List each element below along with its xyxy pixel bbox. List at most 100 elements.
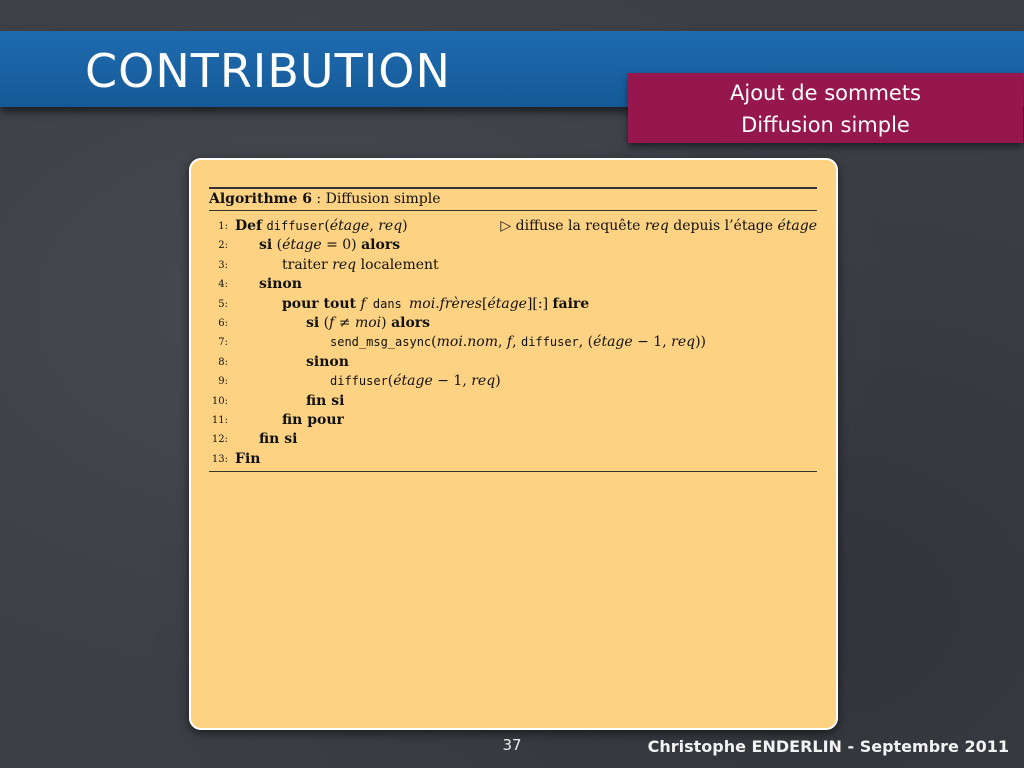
keyword: pour tout: [282, 295, 357, 312]
keyword: sinon: [259, 276, 302, 293]
line-code: Fin: [235, 450, 260, 469]
keyword: faire: [552, 295, 590, 312]
page-number: 37: [502, 736, 522, 754]
algorithm-line: 12: fin si: [209, 430, 817, 449]
algorithm-header: Algorithme 6 : Diffusion simple: [209, 187, 817, 211]
line-comment: ▷ diffuse la requête req depuis l’étage …: [500, 217, 817, 236]
algorithm-label: Algorithme 6: [209, 191, 312, 207]
variable: moi: [354, 314, 382, 331]
algorithm-line: 10: fin si: [209, 392, 817, 411]
code-text: ): [381, 314, 392, 331]
line-code: diffuser(étage − 1, req): [330, 372, 501, 391]
function-name: diffuser: [266, 219, 325, 233]
algorithm-line: 9: diffuser(étage − 1, req): [209, 372, 817, 391]
keyword: fin pour: [282, 411, 344, 428]
footer-author: Christophe ENDERLIN - Septembre 2011: [647, 737, 1009, 756]
algorithm-line: 11: fin pour: [209, 411, 817, 430]
line-code: si (f ≠ moi) alors: [306, 314, 430, 333]
keyword: alors: [361, 237, 401, 254]
subtitle-line-1: Ajout de sommets: [730, 81, 921, 105]
algorithm-line: 1: Def diffuser(étage, req) ▷ diffuse la…: [209, 217, 817, 236]
comment-text: depuis l’étage: [668, 218, 778, 234]
algorithm-body: 1: Def diffuser(étage, req) ▷ diffuse la…: [209, 211, 817, 473]
comment-variable: étage: [777, 218, 817, 234]
variable: moi.nom: [436, 334, 498, 351]
line-code: sinon: [259, 275, 302, 294]
algorithm-line: 7: send_msg_async(moi.nom, f, diffuser, …: [209, 333, 817, 352]
line-code: si (étage = 0) alors: [259, 236, 400, 255]
code-text: ][:]: [526, 295, 553, 312]
algorithm-line: 6: si (f ≠ moi) alors: [209, 314, 817, 333]
keyword: Def: [235, 218, 263, 234]
content-panel: Algorithme 6 : Diffusion simple 1: Def d…: [189, 158, 838, 730]
argument: req: [378, 218, 403, 234]
algorithm-header-separator: :: [311, 191, 326, 207]
line-code: traiter req localement: [282, 256, 439, 275]
line-code: pour tout f dans moi.frères[étage][:] fa…: [282, 295, 589, 314]
algorithm-title: Diffusion simple: [325, 191, 441, 207]
line-number: 13:: [211, 453, 228, 465]
function-name: diffuser: [330, 374, 388, 389]
code-text: ≠: [334, 314, 355, 331]
algorithm-block: Algorithme 6 : Diffusion simple 1: Def d…: [209, 187, 817, 473]
line-number: 2:: [218, 240, 228, 252]
code-text: localement: [356, 256, 439, 273]
line-number: 8:: [218, 356, 228, 368]
line-number: 4:: [218, 279, 228, 291]
code-keyword: dans: [365, 296, 410, 311]
keyword: Fin: [235, 450, 261, 467]
keyword: alors: [391, 314, 431, 331]
function-name: diffuser: [520, 335, 579, 350]
line-number: 12:: [211, 434, 228, 446]
comment-variable: req: [644, 218, 669, 234]
line-code: sinon: [306, 353, 349, 372]
code-text: traiter: [282, 256, 333, 273]
argument: étage: [329, 218, 370, 234]
keyword: fin si: [259, 431, 298, 448]
line-number: 6:: [218, 317, 228, 329]
keyword: si: [259, 237, 273, 254]
code-text: )): [695, 334, 707, 351]
line-number: 9:: [218, 376, 228, 388]
line-number: 7:: [218, 337, 228, 349]
keyword: fin si: [306, 392, 345, 409]
variable: req: [332, 256, 357, 273]
algorithm-line: 4: sinon: [209, 275, 817, 294]
triangle-icon: ▷: [500, 218, 512, 234]
variable: étage: [487, 295, 527, 312]
variable: étage: [393, 373, 433, 390]
separator: ,: [369, 218, 379, 234]
code-text: − 1,: [632, 334, 672, 351]
code-text: ,: [512, 334, 521, 351]
variable: étage: [282, 237, 322, 254]
code-text: − 1,: [432, 373, 472, 390]
algorithm-line: 13: Fin: [209, 450, 817, 469]
code-text: = 0): [321, 237, 362, 254]
line-number: 3:: [218, 259, 228, 271]
code-text: ,: [497, 334, 507, 351]
line-code: fin pour: [282, 411, 344, 430]
code-text: ): [495, 373, 501, 390]
algorithm-line: 5: pour tout f dans moi.frères[étage][:]…: [209, 295, 817, 314]
function-name: send_msg_async: [330, 335, 432, 350]
line-code: send_msg_async(moi.nom, f, diffuser, (ét…: [330, 333, 706, 352]
algorithm-line: 2: si (étage = 0) alors: [209, 236, 817, 255]
variable: moi.frères: [409, 295, 482, 312]
line-code: Def diffuser(étage, req): [235, 217, 408, 236]
algorithm-line: 8: sinon: [209, 353, 817, 372]
line-code: fin si: [306, 392, 344, 411]
line-number: 11:: [211, 414, 228, 426]
comment-text: diffuse la requête: [511, 218, 645, 234]
variable: req: [671, 334, 696, 351]
variable: req: [471, 373, 496, 390]
keyword: sinon: [306, 353, 349, 370]
line-number: 1:: [218, 221, 228, 232]
line-number: 5:: [218, 298, 228, 310]
line-code: fin si: [259, 430, 297, 449]
slide-title: CONTRIBUTION: [85, 44, 451, 98]
line-number: 10:: [211, 395, 228, 407]
subtitle-box: Ajout de sommets Diffusion simple: [628, 73, 1023, 143]
variable: étage: [593, 334, 633, 351]
algorithm-line: 3: traiter req localement: [209, 256, 817, 275]
code-text: (: [272, 237, 283, 254]
